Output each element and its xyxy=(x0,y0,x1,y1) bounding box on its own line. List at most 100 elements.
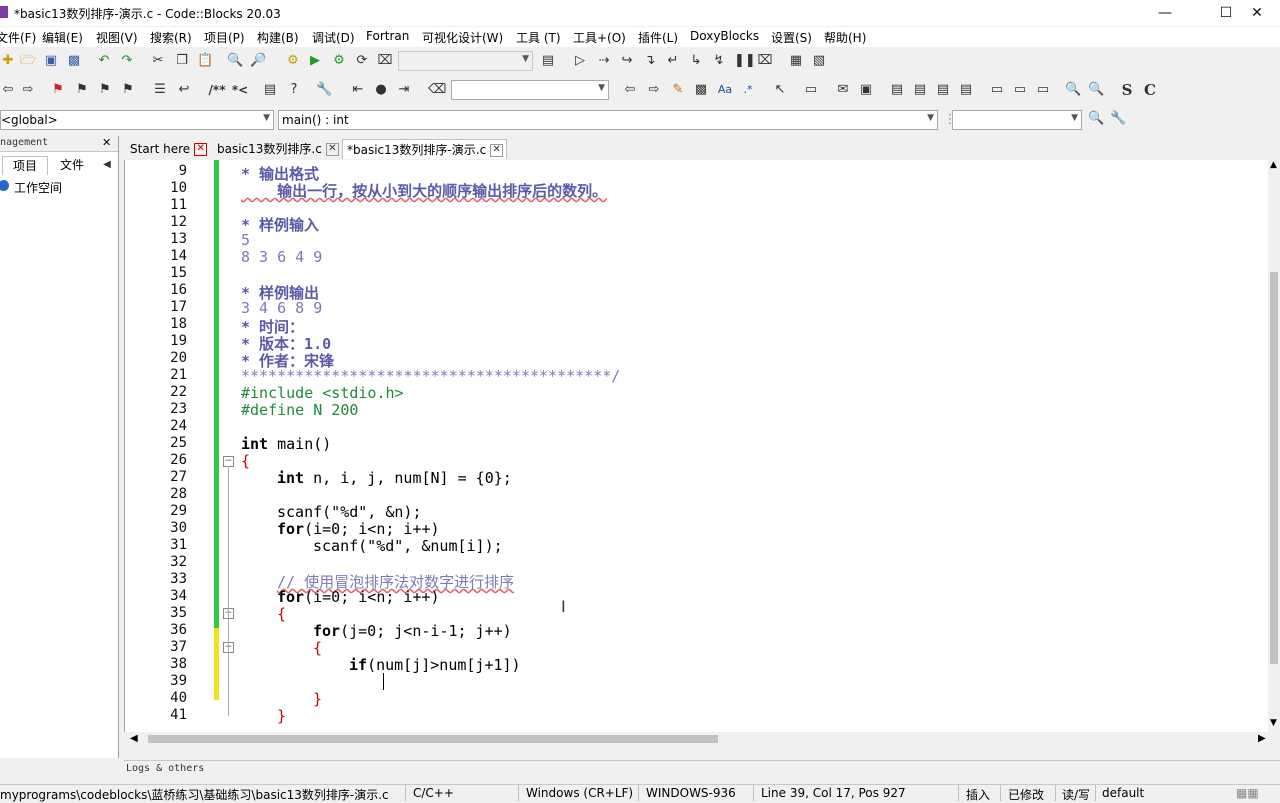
build-options-icon[interactable]: ▤ xyxy=(540,53,556,69)
tab-basic13-demo[interactable]: *basic13数列排序-演示.c ✕ xyxy=(342,139,507,159)
replace-icon[interactable]: 🔎 xyxy=(250,53,266,69)
resize-grip-icon[interactable]: ▦▦ xyxy=(1236,786,1259,800)
cursor-select-icon[interactable]: ↖ xyxy=(772,82,788,98)
menu-build[interactable]: 构建(B) xyxy=(257,29,299,46)
doxygen-block-icon[interactable]: /** xyxy=(205,82,229,98)
selected-text-icon[interactable]: ▩ xyxy=(693,82,709,98)
scope-global-select[interactable]: <global> ▼ xyxy=(0,110,274,130)
vertical-scrollbar[interactable]: ▲ ▼ xyxy=(1268,160,1280,732)
menu-help[interactable]: 帮助(H) xyxy=(824,29,866,46)
bookmark-flag-icon[interactable]: ⚑ xyxy=(50,82,66,98)
diagonal-shape-icon[interactable]: ▣ xyxy=(858,82,874,98)
menu-file[interactable]: 文件(F) xyxy=(0,29,36,46)
save-all-icon[interactable]: ▩ xyxy=(66,53,82,69)
clear-bookmarks-icon[interactable]: ⚑ xyxy=(120,82,136,98)
block-a-icon[interactable]: ▤ xyxy=(889,82,905,98)
close-icon[interactable]: ✕ xyxy=(102,136,111,149)
search-combo[interactable]: ▼ xyxy=(451,80,609,100)
toggle-icon[interactable]: ↩ xyxy=(176,82,192,98)
find-icon[interactable]: 🔍 xyxy=(227,53,243,69)
menu-tools-plus[interactable]: 工具+(O) xyxy=(573,29,626,46)
step-out-icon[interactable]: ↵ xyxy=(665,53,681,69)
build-gear-icon[interactable]: ⚙ xyxy=(285,53,301,69)
shape-f-icon[interactable]: ▭ xyxy=(1012,82,1028,98)
debug-windows-icon[interactable]: ▦ xyxy=(788,53,804,69)
jump-icon[interactable]: ☰ xyxy=(152,82,168,98)
close-icon[interactable]: ✕ xyxy=(194,143,208,156)
close-icon[interactable]: ✕ xyxy=(325,143,339,156)
redo-icon[interactable]: ↷ xyxy=(119,53,135,69)
regex-icon[interactable]: .* xyxy=(739,82,757,98)
rect-shape-icon[interactable]: ▭ xyxy=(803,82,819,98)
logs-panel-header[interactable]: Logs & others xyxy=(124,760,1280,777)
debug-info-icon[interactable]: ▧ xyxy=(811,53,827,69)
code-tools-icon[interactable]: 🔧 xyxy=(1110,111,1126,127)
debug-run-icon[interactable]: ▷ xyxy=(572,53,588,69)
new-file-icon[interactable]: ✚ xyxy=(0,53,16,69)
menu-debug[interactable]: 调试(D) xyxy=(312,29,355,46)
tree-item-workspace[interactable]: 工作空间 xyxy=(0,178,118,196)
code-completion-select[interactable]: ▼ xyxy=(952,110,1082,130)
open-folder-icon[interactable]: 🗁 xyxy=(20,53,36,69)
menu-plugins[interactable]: 插件(L) xyxy=(638,29,678,46)
block-d-icon[interactable]: ▤ xyxy=(958,82,974,98)
scope-function-select[interactable]: main() : int ▼ xyxy=(278,110,938,130)
match-case-icon[interactable]: Aa xyxy=(716,82,734,98)
zoom-out-icon[interactable]: 🔍 xyxy=(1088,82,1104,98)
next-instruction-icon[interactable]: ↳ xyxy=(688,53,704,69)
save-icon[interactable]: ▣ xyxy=(43,53,59,69)
close-button[interactable]: ✕ xyxy=(1234,0,1280,26)
back-arrow-icon[interactable]: ⇦ xyxy=(0,82,16,98)
shape-e-icon[interactable]: ▭ xyxy=(989,82,1005,98)
scroll-up-icon[interactable]: ▲ xyxy=(1270,160,1277,170)
menu-edit[interactable]: 编辑(E) xyxy=(42,29,83,46)
tab-projects[interactable]: 项目 xyxy=(2,156,48,175)
stop-debug-icon[interactable]: ⌧ xyxy=(757,53,773,69)
close-icon[interactable]: ✕ xyxy=(490,144,504,157)
docs-help-icon[interactable]: ? xyxy=(286,82,302,98)
menu-doxyblocks[interactable]: DoxyBlocks xyxy=(690,29,759,43)
step-into-icon[interactable]: ↴ xyxy=(642,53,658,69)
next-step-icon[interactable]: ⇥ xyxy=(396,82,412,98)
run-to-cursor-icon[interactable]: ⇢ xyxy=(596,53,612,69)
highlight-icon[interactable]: ✎ xyxy=(670,82,686,98)
wrench-icon[interactable]: 🔧 xyxy=(316,82,332,98)
horizontal-scroll-thumb[interactable] xyxy=(148,735,718,743)
doxygen-line-icon[interactable]: *< xyxy=(230,82,250,98)
search-prev-icon[interactable]: ⇦ xyxy=(622,82,638,98)
menu-visual-design[interactable]: 可视化设计(W) xyxy=(422,29,503,46)
shape-g-icon[interactable]: ▭ xyxy=(1035,82,1051,98)
scroll-down-icon[interactable]: ▼ xyxy=(1270,718,1277,728)
menu-view[interactable]: 视图(V) xyxy=(96,29,138,46)
build-target-select[interactable]: ▼ xyxy=(398,51,533,71)
prev-step-icon[interactable]: ⇤ xyxy=(350,82,366,98)
dot-icon[interactable]: ● xyxy=(373,82,389,98)
extract-docs-icon[interactable]: ▤ xyxy=(262,82,278,98)
tab-files[interactable]: 文件 xyxy=(50,156,94,174)
code-editor[interactable]: 9 10 11 12 13 14 15 16 17 18 19 20 21 22 23 24 25 26 27 28 2… xyxy=(124,160,1280,732)
horizontal-scrollbar[interactable]: ◀ ▶ xyxy=(124,732,1280,746)
scroll-left-icon[interactable]: ◀ xyxy=(130,733,138,744)
forward-arrow-icon[interactable]: ⇨ xyxy=(20,82,36,98)
block-c-icon[interactable]: ▤ xyxy=(935,82,951,98)
next-line-icon[interactable]: ↪ xyxy=(619,53,635,69)
menu-tools[interactable]: 工具 (T) xyxy=(516,29,561,46)
vertical-scroll-thumb[interactable] xyxy=(1270,272,1278,664)
pause-icon[interactable]: ❚❚ xyxy=(734,53,756,69)
envelope-shape-icon[interactable]: ✉ xyxy=(835,82,851,98)
minimize-button[interactable]: — xyxy=(1142,0,1188,26)
clear-search-icon[interactable]: ⌫ xyxy=(428,82,446,98)
paste-icon[interactable]: 📋 xyxy=(197,53,213,69)
search-symbol-icon[interactable]: 🔍 xyxy=(1088,111,1104,127)
menu-project[interactable]: 项目(P) xyxy=(204,29,245,46)
tab-start-here[interactable]: Start here ✕ xyxy=(126,139,212,159)
s-icon[interactable]: S xyxy=(1119,82,1135,98)
build-run-icon[interactable]: ⚙ xyxy=(331,53,347,69)
menu-search[interactable]: 搜索(R) xyxy=(150,29,192,46)
next-bookmark-icon[interactable]: ⚑ xyxy=(97,82,113,98)
zoom-in-icon[interactable]: 🔍 xyxy=(1065,82,1081,98)
prev-bookmark-icon[interactable]: ⚑ xyxy=(74,82,90,98)
scroll-right-icon[interactable]: ▶ xyxy=(1258,733,1266,744)
menu-fortran[interactable]: Fortran xyxy=(366,29,409,43)
step-instruction-icon[interactable]: ↯ xyxy=(711,53,727,69)
